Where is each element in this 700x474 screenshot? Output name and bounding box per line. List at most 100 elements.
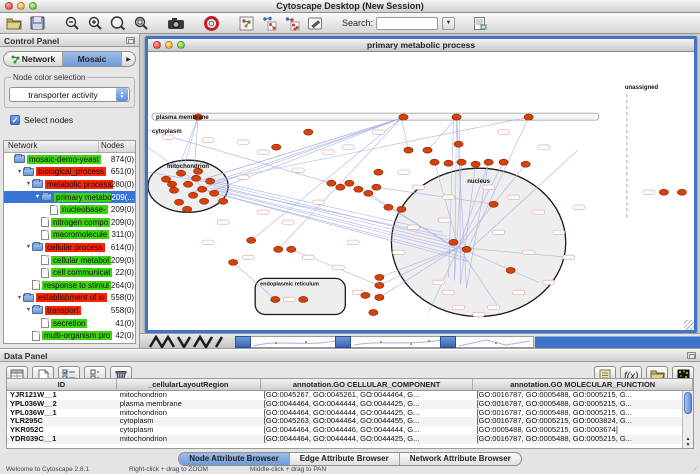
import-attributes-icon[interactable] <box>470 14 490 32</box>
scrollbar-thumb[interactable] <box>684 392 692 414</box>
open-session-button[interactable] <box>4 14 24 32</box>
network-node[interactable] <box>219 198 228 204</box>
window-resize-grip[interactable] <box>684 320 694 330</box>
network-overview-icon[interactable] <box>236 14 256 32</box>
save-session-button[interactable] <box>27 14 47 32</box>
tab-mosaic[interactable]: Mosaic <box>63 52 122 66</box>
network-window[interactable]: primary metabolic process plasma membran… <box>145 36 697 333</box>
network-node[interactable] <box>521 161 530 167</box>
table-row[interactable]: YPL036W__2plasma membrane[GO:0044464, GO… <box>7 400 693 409</box>
network-node[interactable] <box>299 296 308 302</box>
network-node[interactable] <box>361 292 370 298</box>
tree-row[interactable]: macromolecule311(0) <box>4 229 135 242</box>
network-node[interactable] <box>188 192 197 198</box>
network-node[interactable] <box>375 274 384 280</box>
select-nodes-checkbox[interactable]: ✓ <box>10 115 20 125</box>
network-node[interactable] <box>484 159 493 165</box>
network-edge[interactable] <box>192 118 401 192</box>
tree-row[interactable]: ▼primary metabol209(... <box>4 191 135 204</box>
network-node[interactable] <box>272 144 281 150</box>
network-node[interactable] <box>167 181 176 187</box>
tree-row[interactable]: ▼cellular process614(0) <box>4 241 135 254</box>
tree-row[interactable]: ▼biological_process651(0) <box>4 166 135 179</box>
expand-arrow-icon[interactable]: ▼ <box>34 194 41 200</box>
network-edge[interactable] <box>427 118 456 150</box>
expand-arrow-icon[interactable]: ▼ <box>16 295 23 301</box>
search-input[interactable] <box>376 17 438 30</box>
network-node[interactable] <box>457 159 466 165</box>
zoom-out-icon[interactable] <box>62 14 82 32</box>
network-node[interactable] <box>229 259 238 265</box>
network-node[interactable] <box>247 237 256 243</box>
table-row[interactable]: YJR121W__1mitochondrion[GO:0045267, GO:0… <box>7 391 693 400</box>
network-node[interactable] <box>506 267 515 273</box>
table-scrollbar[interactable]: ▲▼ <box>682 391 693 448</box>
table-row[interactable]: YDR039C__1mitochondrion[GO:0044464, GO:0… <box>7 435 693 444</box>
network-node[interactable] <box>274 246 283 252</box>
network-node[interactable] <box>169 187 178 193</box>
browser-tab-edge[interactable]: Edge Attribute Browser <box>290 453 400 465</box>
network-node[interactable] <box>287 246 296 252</box>
browser-tab-network[interactable]: Network Attribute Browser <box>400 453 521 465</box>
background-window[interactable] <box>440 336 534 348</box>
network-node[interactable] <box>304 129 313 135</box>
network-node[interactable] <box>677 189 686 195</box>
network-node[interactable] <box>174 199 183 205</box>
table-row[interactable]: YKR052Ccytoplasm[GO:0044464, GO:0044446,… <box>7 426 693 435</box>
background-window[interactable] <box>235 336 341 348</box>
network-canvas[interactable]: plasma membranecytoplasmmitochondrionnuc… <box>148 52 694 333</box>
tree-row[interactable]: cell communicat22(0) <box>4 266 135 279</box>
expand-arrow-icon[interactable]: ▼ <box>25 307 32 313</box>
tree-row[interactable]: mosaic-demo-yeast874(0) <box>4 153 135 166</box>
network-node[interactable] <box>423 147 432 153</box>
tree-column-network[interactable]: Network <box>4 141 99 152</box>
expand-arrow-icon[interactable]: ▼ <box>25 244 32 250</box>
layout-nodes-icon[interactable] <box>259 14 279 32</box>
network-node[interactable] <box>206 178 215 184</box>
zoom-fit-icon[interactable] <box>108 14 128 32</box>
tree-column-nodes[interactable]: Nodes <box>99 141 135 152</box>
table-column-header[interactable]: ID <box>7 379 117 390</box>
network-node[interactable] <box>471 161 480 167</box>
network-node[interactable] <box>375 282 384 288</box>
network-node[interactable] <box>336 184 345 190</box>
network-node[interactable] <box>524 114 533 120</box>
network-edge[interactable] <box>401 118 408 150</box>
network-node[interactable] <box>345 180 354 186</box>
network-edge[interactable] <box>206 118 401 184</box>
network-node[interactable] <box>176 170 185 176</box>
tab-network[interactable]: Network <box>4 52 63 66</box>
network-node[interactable] <box>462 246 471 252</box>
network-node[interactable] <box>183 181 192 187</box>
network-node[interactable] <box>369 309 378 315</box>
network-node[interactable] <box>659 189 668 195</box>
network-node[interactable] <box>449 239 458 245</box>
background-window[interactable] <box>335 336 446 348</box>
tree-row[interactable]: unassigned223(0) <box>4 342 135 344</box>
tree-row[interactable]: cellular metabol209(0) <box>4 254 135 267</box>
tree-row[interactable]: nucleobase-209(0) <box>4 203 135 216</box>
search-options-dropdown[interactable]: ▼ <box>442 17 455 30</box>
app-resize-grip[interactable]: ⟋ <box>693 466 698 474</box>
import-network-icon[interactable] <box>305 14 325 32</box>
tree-row[interactable]: secretion41(0) <box>4 317 135 330</box>
network-node[interactable] <box>452 114 461 120</box>
float-panel-icon[interactable] <box>126 37 135 44</box>
table-column-header[interactable]: annotation.GO CELLULAR_COMPONENT <box>261 379 474 390</box>
network-node[interactable] <box>271 296 280 302</box>
vizmapper-ring-icon[interactable] <box>201 14 221 32</box>
expand-arrow-icon[interactable]: ▼ <box>25 181 32 187</box>
network-node[interactable] <box>404 147 413 153</box>
network-edge[interactable] <box>278 118 401 249</box>
network-node[interactable] <box>197 186 206 192</box>
tree-row[interactable]: nitrogen compo209(0) <box>4 216 135 229</box>
table-row[interactable]: YLR295Ccytoplasm[GO:0045263, GO:0044464,… <box>7 417 693 426</box>
network-node[interactable] <box>191 175 200 181</box>
network-node[interactable] <box>397 206 406 212</box>
network-node[interactable] <box>374 169 383 175</box>
snapshot-camera-icon[interactable] <box>166 14 186 32</box>
tree-row[interactable]: response to stimul264(0) <box>4 279 135 292</box>
network-node[interactable] <box>489 201 498 207</box>
network-node[interactable] <box>199 198 208 204</box>
network-node[interactable] <box>499 159 508 165</box>
